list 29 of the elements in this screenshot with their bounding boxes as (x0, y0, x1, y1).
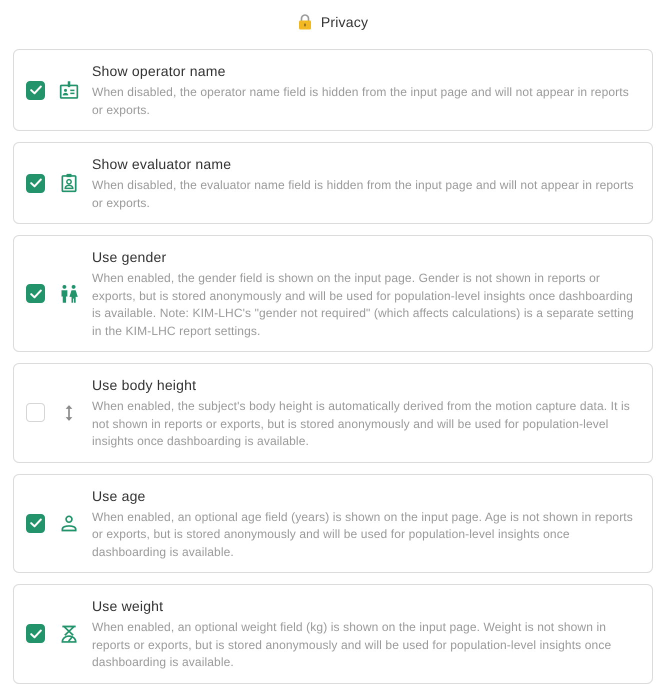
check-icon (30, 178, 42, 188)
setting-title: Use age (92, 486, 147, 506)
check-icon (30, 628, 42, 639)
setting-title: Show evaluator name (92, 155, 232, 174)
setting-description: When disabled, the operator name field is hidden from the input page and will not appear in reports or exports. (92, 84, 630, 118)
id-card-icon (59, 80, 79, 100)
checkbox[interactable] (26, 514, 45, 533)
checkbox[interactable] (26, 174, 45, 192)
checkbox[interactable] (26, 284, 45, 303)
setting-description: When enabled, an optional weight field (kg) is shown on the input page. Weight is not shown in reports or exports, but is stored anonymously and will be used for population-level insights once dashboarding is available. (92, 619, 612, 671)
check-icon (30, 518, 42, 528)
scale-icon (59, 624, 79, 644)
person-icon (59, 513, 79, 534)
setting-title: Use weight (92, 597, 164, 616)
badge-portrait-icon (59, 173, 79, 193)
check-icon (30, 288, 42, 298)
page-title: Privacy (320, 13, 368, 32)
setting-description: When disabled, the evaluator name field is hidden from the input page and will not appear in reports or exports. (92, 177, 635, 212)
checkbox[interactable] (26, 80, 45, 100)
setting-title: Show operator name (92, 62, 227, 81)
setting-description: When enabled, the subject's body height is automatically derived from the motion capture data. It is not shown in reports or exports, but is stored anonymously and will be used for population-level insights once dashboarding is available. (92, 398, 631, 450)
setting-description: When enabled, the gender field is shown on the input page. Gender is not shown in reports or exports, but is stored anonymously and will be used for population-level insights once dashboarding is available. Note: KIM-LHC's "gender not required" (which affects calculations) is a separate setting in the KIM-LHC report settings. (92, 270, 635, 340)
man-woman-icon (59, 284, 79, 304)
checkbox[interactable] (26, 624, 45, 644)
lock-icon (298, 14, 312, 30)
check-icon (30, 85, 42, 95)
setting-description: When enabled, an optional age field (years) is shown on the input page. Age is not shown in reports or exports, but is stored anonymously and will be used for population-level insights once dashboarding is available. (92, 508, 634, 560)
setting-title: Use body height (92, 376, 198, 395)
setting-title: Use gender (92, 248, 168, 267)
